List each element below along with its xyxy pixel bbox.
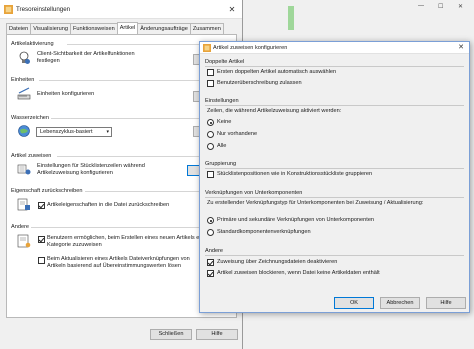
radio-keine[interactable]	[207, 119, 214, 126]
section-heading-andere: Andere	[205, 248, 224, 254]
ruler-icon	[17, 87, 31, 100]
close-icon[interactable]: ✕	[458, 3, 463, 10]
artikel-zuweisen-description: Einstellungen für Stücklistenzeilen währ…	[37, 163, 145, 176]
section-heading-eigenschaft: Eigenschaft zurückschreiben	[11, 188, 83, 194]
abbrechen-button[interactable]: Abbrechen	[380, 297, 420, 309]
dialog-titlebar: Artikel zuweisen konfigurieren ✕	[200, 42, 469, 54]
radio-alle[interactable]	[207, 143, 214, 150]
ersten-doppelten-checkbox[interactable]	[207, 69, 214, 76]
tab-zusammen[interactable]: Zusammen	[189, 23, 224, 34]
wasserzeichen-value: Lebenszyklus-basiert	[40, 129, 93, 135]
kategorie-zuweisen-checkbox[interactable]	[38, 236, 45, 243]
divider	[205, 66, 464, 67]
ok-button[interactable]: OK	[334, 297, 374, 309]
divider	[205, 197, 464, 198]
section-heading-verknuepfungen: Verknüpfungen von Unterkomponenten	[205, 190, 303, 196]
tab-aenderungsauftraege[interactable]: Änderungsaufträge	[137, 23, 191, 34]
einstellungen-prompt: Zeilen, die während Artikelzuweisung akt…	[207, 108, 342, 114]
blockieren-label: Artikel zuweisen blockieren, wenn Datei …	[217, 270, 380, 276]
blockieren-checkbox[interactable]	[207, 270, 214, 277]
einheiten-description: Einheiten konfigurieren	[37, 91, 95, 97]
ersten-doppelten-label: Ersten doppelten Artikel automatisch aus…	[217, 69, 337, 75]
wasserzeichen-dropdown[interactable]: Lebenszyklus-basiert ▾	[36, 127, 112, 137]
lightbulb-settings-icon	[19, 51, 30, 64]
section-heading-artikelaktivierung: Artikelaktivierung	[11, 41, 54, 47]
write-back-icon	[17, 198, 30, 211]
zeichnungsdateien-label: Zuweisung über Zeichnungsdateien deaktiv…	[217, 259, 338, 265]
radio-standardkomponenten-label: Standardkomponentenverknüpfungen	[217, 229, 311, 235]
section-heading-andere: Andere	[11, 224, 30, 230]
close-icon[interactable]: ✕	[226, 4, 238, 15]
benutzerueberschreibung-label: Benutzerüberschreibung zulassen	[217, 80, 302, 86]
schliessen-button[interactable]: Schließen	[150, 329, 192, 340]
kategorie-zuweisen-label: Benutzern ermöglichen, beim Erstellen ei…	[47, 235, 204, 248]
radio-primaere-sekundaere-label: Primäre und sekundäre Verknüpfungen von …	[217, 217, 375, 223]
close-icon[interactable]: ✕	[455, 42, 467, 53]
divider	[205, 168, 464, 169]
app-icon	[4, 5, 13, 14]
section-heading-wasserzeichen: Wasserzeichen	[11, 115, 50, 121]
zeichnungsdateien-checkbox[interactable]	[207, 259, 214, 266]
window-title: Tresoreinstellungen	[16, 6, 71, 13]
assign-items-icon	[17, 164, 31, 175]
globe-watermark-icon	[18, 125, 30, 137]
divider	[205, 255, 464, 256]
chevron-down-icon: ▾	[106, 129, 109, 135]
app-icon	[203, 44, 211, 52]
radio-keine-label: Keine	[217, 119, 232, 125]
tab-visualisierung[interactable]: Visualisierung	[30, 23, 72, 34]
tab-dateien[interactable]: Dateien	[6, 23, 32, 34]
hilfe-button[interactable]: Hilfe	[196, 329, 238, 340]
eigenschaft-zurueckschreiben-label: Artikeleigenschaften in die Datei zurück…	[47, 202, 170, 208]
gruppieren-label: Stücklistenpositionen wie in Konstruktio…	[217, 171, 373, 177]
section-heading-gruppierung: Gruppierung	[205, 161, 237, 167]
minimize-icon[interactable]: —	[418, 3, 424, 9]
settings-list-icon	[17, 234, 31, 248]
section-heading-artikel-zuweisen: Artikel zuweisen	[11, 153, 52, 159]
background-green-strip	[288, 6, 294, 30]
verknuepfungen-loesen-checkbox[interactable]	[38, 257, 45, 264]
tab-funktionsweisen[interactable]: Funktionsweisen	[70, 23, 118, 34]
artikelaktivierung-description: Client-Sichtbarkeit der Artikelfunktione…	[37, 51, 135, 64]
verknuepfungen-prompt: Zu erstellender Verknüpfungstyp für Unte…	[207, 200, 424, 206]
dialog-title: Artikel zuweisen konfigurieren	[213, 45, 288, 51]
tab-strip: Dateien Visualisierung Funktionsweisen A…	[6, 22, 224, 34]
section-heading-doppelte-artikel: Doppelte Artikel	[205, 59, 245, 65]
maximize-icon[interactable]: ☐	[438, 3, 443, 10]
gruppieren-checkbox[interactable]	[207, 171, 214, 178]
divider	[205, 105, 464, 106]
hilfe-button[interactable]: Hilfe	[426, 297, 466, 309]
eigenschaft-zurueckschreiben-checkbox[interactable]	[38, 202, 45, 209]
window-titlebar: Tresoreinstellungen ✕	[0, 0, 242, 19]
verknuepfungen-loesen-label: Beim Aktualisieren eines Artikels Dateiv…	[47, 256, 190, 269]
radio-nur-vorhandene-label: Nur vorhandene	[217, 131, 258, 137]
radio-nur-vorhandene[interactable]	[207, 131, 214, 138]
radio-primaere-sekundaere[interactable]	[207, 217, 214, 224]
section-heading-einheiten: Einheiten	[11, 77, 35, 83]
radio-alle-label: Alle	[217, 143, 227, 149]
tab-artikel[interactable]: Artikel	[116, 22, 139, 34]
artikel-zuweisen-dialog: Artikel zuweisen konfigurieren ✕ Doppelt…	[199, 41, 470, 313]
section-heading-einstellungen: Einstellungen	[205, 98, 239, 104]
benutzerueberschreibung-checkbox[interactable]	[207, 80, 214, 87]
radio-standardkomponenten[interactable]	[207, 229, 214, 236]
